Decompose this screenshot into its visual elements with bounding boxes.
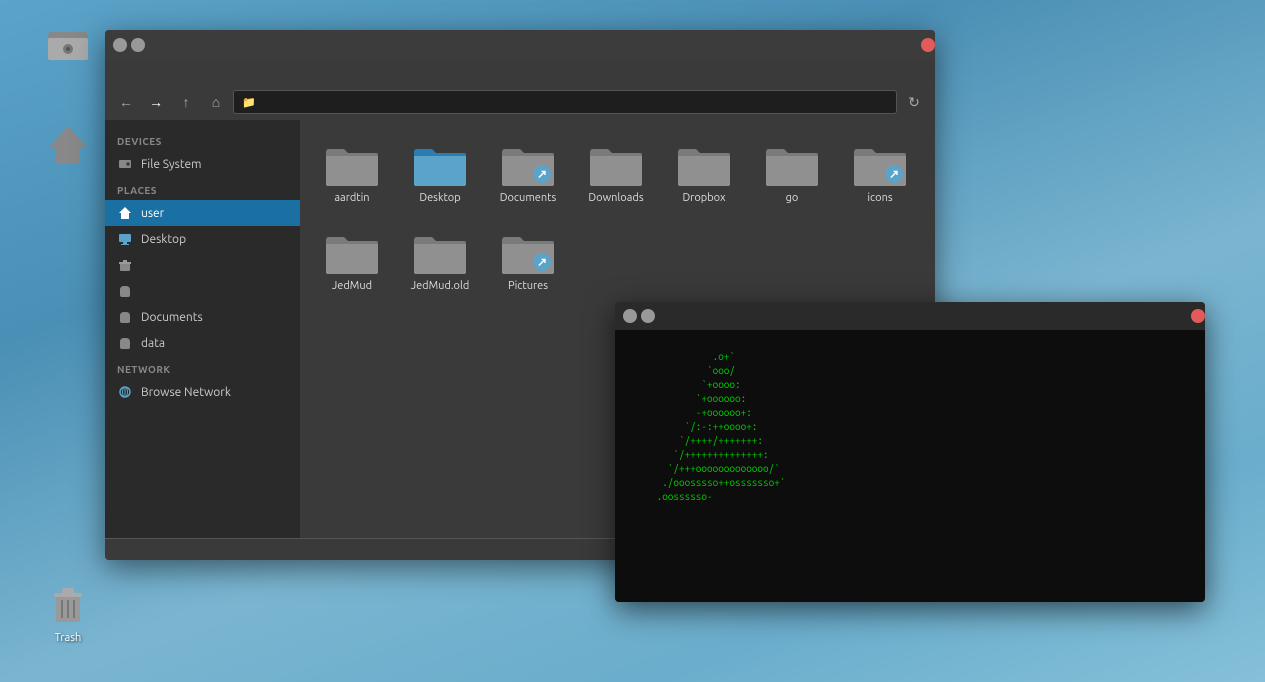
trash-sidebar-icon (117, 257, 133, 273)
drive-icon (117, 156, 133, 172)
network-label: NETWORK (105, 356, 300, 379)
file-label-jedmud-old: JedMud.old (411, 280, 470, 292)
svg-text:↗: ↗ (889, 168, 899, 181)
file-item-dropbox[interactable]: Dropbox (664, 132, 744, 212)
file-manager-titlebar (105, 30, 935, 60)
terminal-close[interactable] (1191, 309, 1205, 323)
sidebar-item-filesystem[interactable]: File System (105, 151, 300, 177)
terminal-titlebar (615, 302, 1205, 330)
terminal-maximize[interactable] (641, 309, 655, 323)
folder-downloads-icon (588, 140, 644, 188)
home-button[interactable]: ⌂ (203, 89, 229, 115)
menu-view[interactable] (153, 70, 169, 74)
user-home-icon (117, 205, 133, 221)
file-item-jedmud[interactable]: JedMud (312, 220, 392, 300)
terminal-body: .o+` `ooo/ `+oooo: `+oooooo: -+oooooo+: … (615, 330, 1205, 602)
file-item-jedmud-old[interactable]: JedMud.old (400, 220, 480, 300)
menu-file[interactable] (113, 70, 129, 74)
desktop-sidebar-icon (117, 231, 133, 247)
file-label-dropbox: Dropbox (682, 192, 725, 204)
terminal-window: .o+` `ooo/ `+oooo: `+oooooo: -+oooooo+: … (615, 302, 1205, 602)
data-icon (117, 335, 133, 351)
file-item-aardtin[interactable]: aardtin (312, 132, 392, 212)
svg-text:↗: ↗ (537, 168, 547, 181)
window-controls (113, 38, 145, 52)
filesystem-sidebar-label: File System (141, 158, 202, 171)
devices-label: DEVICES (105, 128, 300, 151)
file-label-desktop: Desktop (419, 192, 460, 204)
browse-network-label: Browse Network (141, 386, 231, 399)
sidebar-item-data[interactable]: data (105, 330, 300, 356)
documents-sidebar-label: Documents (141, 311, 203, 324)
folder-jedmud-old-icon (412, 228, 468, 276)
menu-go[interactable] (173, 70, 189, 74)
folder-dropbox-icon (676, 140, 732, 188)
sidebar-item-network[interactable]: Browse Network (105, 379, 300, 405)
svg-text:↗: ↗ (537, 256, 547, 269)
file-item-icons[interactable]: ↗ icons (840, 132, 920, 212)
data-sidebar-label: data (141, 337, 165, 350)
address-bar[interactable]: 📁 (233, 90, 897, 114)
folder-jedmud-icon (324, 228, 380, 276)
network-icon (117, 384, 133, 400)
desktop-icon-home[interactable] (28, 120, 108, 172)
menu-help[interactable] (193, 70, 209, 74)
folder-icon-small: 📁 (242, 96, 256, 109)
file-item-desktop[interactable]: Desktop (400, 132, 480, 212)
file-label-aardtin: aardtin (334, 192, 369, 204)
trash-desktop-label: Trash (55, 632, 82, 644)
minimize-button[interactable] (113, 38, 127, 52)
sidebar-item-downloads[interactable] (105, 278, 300, 304)
file-label-pictures: Pictures (508, 280, 548, 292)
downloads-icon (117, 283, 133, 299)
terminal-ascii-art: .o+` `ooo/ `+oooo: `+oooooo: -+oooooo+: … (623, 336, 883, 596)
sidebar: DEVICES File System PLACES (105, 120, 300, 538)
places-label: PLACES (105, 177, 300, 200)
folder-go-icon (764, 140, 820, 188)
desktop-icon-trash[interactable]: Trash (28, 580, 108, 644)
file-label-icons: icons (867, 192, 892, 204)
maximize-button[interactable] (131, 38, 145, 52)
terminal-minimize[interactable] (623, 309, 637, 323)
desktop-icon-filesystem[interactable] (28, 20, 108, 72)
terminal-controls (623, 309, 655, 323)
folder-icons-icon: ↗ (852, 140, 908, 188)
refresh-button[interactable]: ↻ (901, 89, 927, 115)
user-label: user (141, 207, 164, 220)
folder-documents-icon: ↗ (500, 140, 556, 188)
sidebar-item-trash[interactable] (105, 252, 300, 278)
folder-aardtin-icon (324, 140, 380, 188)
forward-button[interactable]: → (143, 89, 169, 115)
file-item-downloads[interactable]: Downloads (576, 132, 656, 212)
folder-desktop-icon (412, 140, 468, 188)
sidebar-item-desktop[interactable]: Desktop (105, 226, 300, 252)
file-item-documents[interactable]: ↗ Documents (488, 132, 568, 212)
menubar (105, 60, 935, 84)
trash-icon (44, 580, 92, 628)
file-label-downloads: Downloads (588, 192, 643, 204)
file-label-jedmud: JedMud (332, 280, 372, 292)
sidebar-item-user[interactable]: user (105, 200, 300, 226)
up-button[interactable]: ↑ (173, 89, 199, 115)
sidebar-item-documents[interactable]: Documents (105, 304, 300, 330)
back-button[interactable]: ← (113, 89, 139, 115)
file-label-go: go (786, 192, 799, 204)
documents-icon (117, 309, 133, 325)
home-icon (44, 120, 92, 168)
filesystem-icon (44, 20, 92, 68)
file-item-go[interactable]: go (752, 132, 832, 212)
close-button[interactable] (921, 38, 935, 52)
menu-edit[interactable] (133, 70, 149, 74)
file-item-pictures[interactable]: ↗ Pictures (488, 220, 568, 300)
file-label-documents: Documents (500, 192, 557, 204)
folder-pictures-icon: ↗ (500, 228, 556, 276)
toolbar: ← → ↑ ⌂ 📁 ↻ (105, 84, 935, 120)
desktop-sidebar-label: Desktop (141, 233, 186, 246)
